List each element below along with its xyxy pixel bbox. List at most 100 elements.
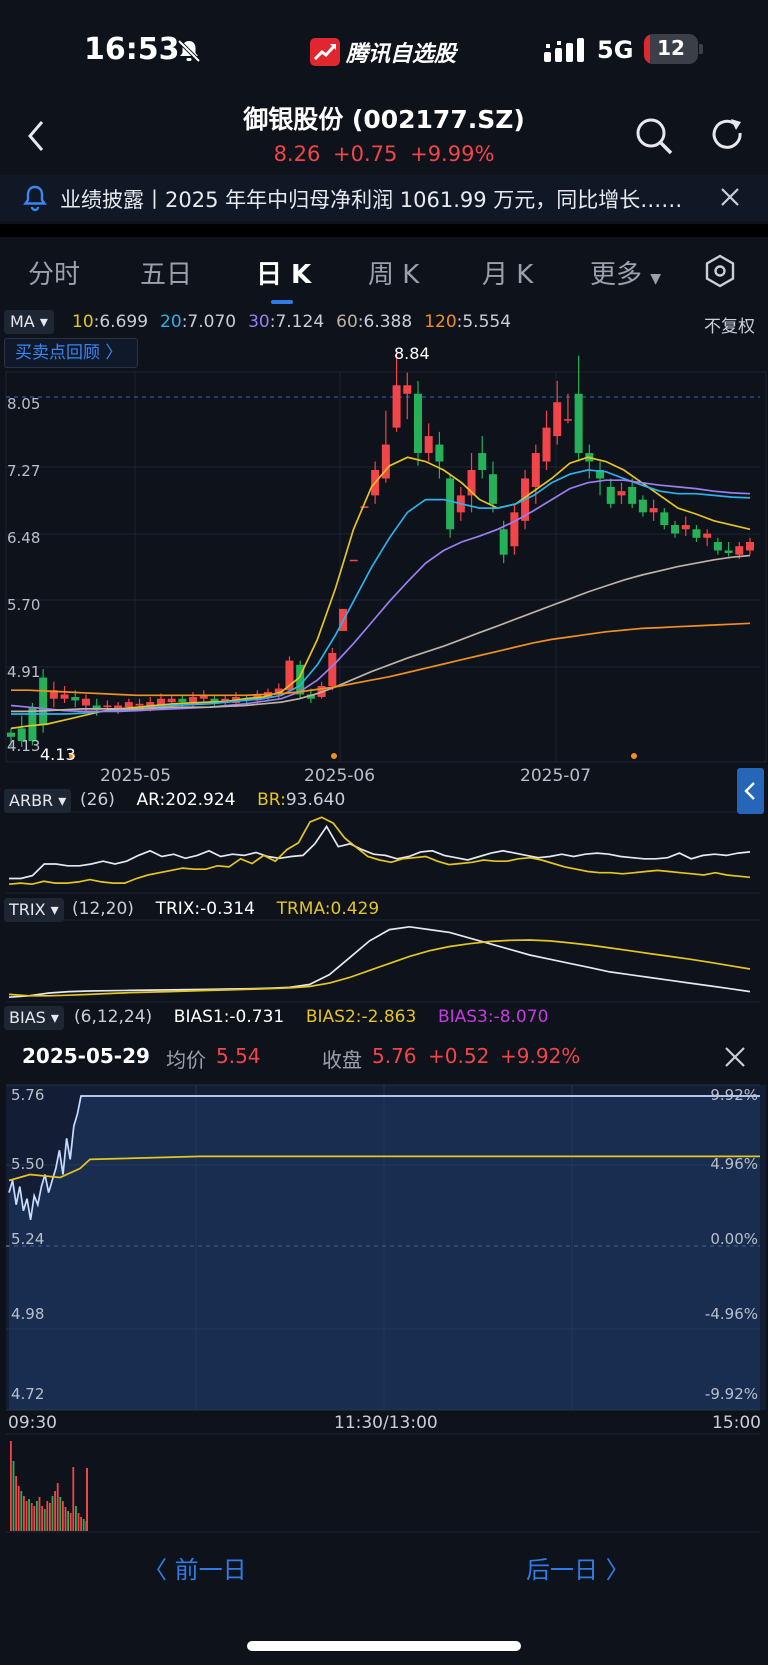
kline-y-tick: 8.05 [7, 395, 41, 413]
br-label: BR: [257, 790, 286, 810]
kline-candle [39, 677, 48, 725]
kline-candle [446, 478, 455, 530]
kline-candle [703, 533, 712, 538]
volume-bar [67, 1511, 69, 1531]
kline-candle [103, 705, 112, 708]
close-label: 收盘 [322, 1048, 362, 1072]
volume-bar [17, 1486, 20, 1531]
volume-bar [62, 1501, 64, 1531]
intraday-pct-tick: -9.92% [704, 1385, 758, 1403]
bias-name: BIAS [9, 1008, 46, 1027]
volume-bar [38, 1497, 41, 1531]
kline-candle [478, 453, 487, 470]
kline-candle [349, 559, 358, 562]
kline-candle [81, 698, 90, 706]
close-intraday-icon[interactable] [724, 1046, 746, 1068]
intraday-x-start: 09:30 [8, 1413, 57, 1433]
kline-candle [28, 707, 37, 742]
kline-candle [692, 529, 701, 538]
intraday-x-end: 15:00 [712, 1413, 761, 1433]
kline-candle [424, 436, 433, 454]
ma30-line [10, 479, 751, 713]
kline-y-tick: 6.48 [7, 529, 41, 547]
trix-line [8, 925, 751, 999]
kline-candle [649, 508, 658, 513]
volume-bar [77, 1513, 80, 1531]
ar-value: 202.924 [165, 790, 236, 810]
volume-bar [69, 1513, 72, 1531]
close-change: +0.52 [428, 1044, 490, 1068]
volume-bar [30, 1503, 33, 1531]
bias2-value: -2.863 [361, 1007, 417, 1027]
trix-name: TRIX [9, 900, 46, 919]
intraday-date: 2025-05-29 [22, 1044, 150, 1068]
kline-candle [413, 393, 422, 454]
kline-candle [671, 525, 680, 534]
home-indicator [247, 1641, 521, 1651]
arbr-legend: (26) AR:202.924 BR:93.640 [80, 790, 345, 810]
volume-bar [28, 1499, 30, 1531]
intraday-price-area [9, 1096, 760, 1410]
kline-candle [392, 385, 401, 428]
next-day-button[interactable]: 后一日 〉 [526, 1550, 630, 1585]
bias1-value: -0.731 [229, 1007, 285, 1027]
kline-candle [638, 499, 647, 513]
volume-bar [72, 1467, 75, 1531]
ma10-line [10, 456, 751, 730]
kline-candle [178, 698, 187, 703]
x-tick-june: 2025-06 [304, 766, 376, 786]
kline-y-tick: 4.91 [7, 663, 41, 681]
trade-point-marker [631, 753, 637, 759]
volume-bar [49, 1503, 51, 1531]
trix-value: -0.314 [200, 899, 255, 919]
kline-candle [660, 512, 669, 526]
kline-candle [628, 486, 637, 504]
high-price-label: 8.84 [394, 344, 430, 363]
side-panel-toggle[interactable] [737, 768, 764, 814]
volume-bar [46, 1501, 49, 1531]
trix-selector[interactable]: TRIX ▾ [4, 898, 64, 922]
intraday-x-mid: 11:30/13:00 [334, 1413, 438, 1433]
volume-bar [56, 1483, 59, 1531]
trma-label: TRMA: [276, 899, 331, 919]
volume-bar [12, 1461, 15, 1531]
kline-candle [360, 506, 369, 508]
trma-line [8, 939, 751, 997]
intraday-price-tick: 4.98 [11, 1305, 45, 1323]
kline-candle [735, 546, 744, 555]
bias-param: (6,12,24) [74, 1007, 153, 1027]
volume-bar [82, 1519, 85, 1531]
ar-label: AR: [136, 790, 166, 810]
kline-y-tick: 5.70 [7, 596, 41, 614]
volume-bar [25, 1501, 28, 1531]
trix-label: TRIX: [155, 899, 201, 919]
bias-selector[interactable]: BIAS ▾ [4, 1006, 64, 1030]
kline-candle [542, 427, 551, 462]
avg-label: 均价 [166, 1048, 206, 1072]
arbr-selector[interactable]: ARBR ▾ [4, 789, 72, 813]
ar-line [9, 824, 751, 880]
previous-day-button[interactable]: 〈 前一日 [143, 1550, 247, 1585]
kline-candle [713, 541, 722, 551]
intraday-price-tick: 5.76 [11, 1086, 45, 1104]
kline-candle [60, 694, 69, 699]
low-price-label: 4.13 [40, 745, 76, 764]
arbr-name: ARBR [9, 791, 54, 810]
x-tick-may: 2025-05 [100, 766, 172, 786]
kline-candle [531, 453, 540, 487]
kline-candle [681, 525, 690, 530]
volume-bar [41, 1506, 43, 1531]
volume-bar [59, 1497, 62, 1531]
kline-candle [167, 698, 176, 703]
close-value: 5.76 [372, 1044, 417, 1068]
close-change-pct: +9.92% [500, 1044, 581, 1068]
volume-bar [15, 1476, 17, 1531]
kline-candle [746, 541, 754, 551]
volume-bar [43, 1509, 46, 1531]
intraday-pct-tick: -4.96% [704, 1305, 758, 1323]
br-line [8, 816, 751, 886]
bias3-label: BIAS3: [437, 1007, 494, 1027]
volume-bar [75, 1506, 77, 1531]
kline-candle [574, 393, 583, 454]
intraday-price-tick: 4.72 [11, 1385, 45, 1403]
